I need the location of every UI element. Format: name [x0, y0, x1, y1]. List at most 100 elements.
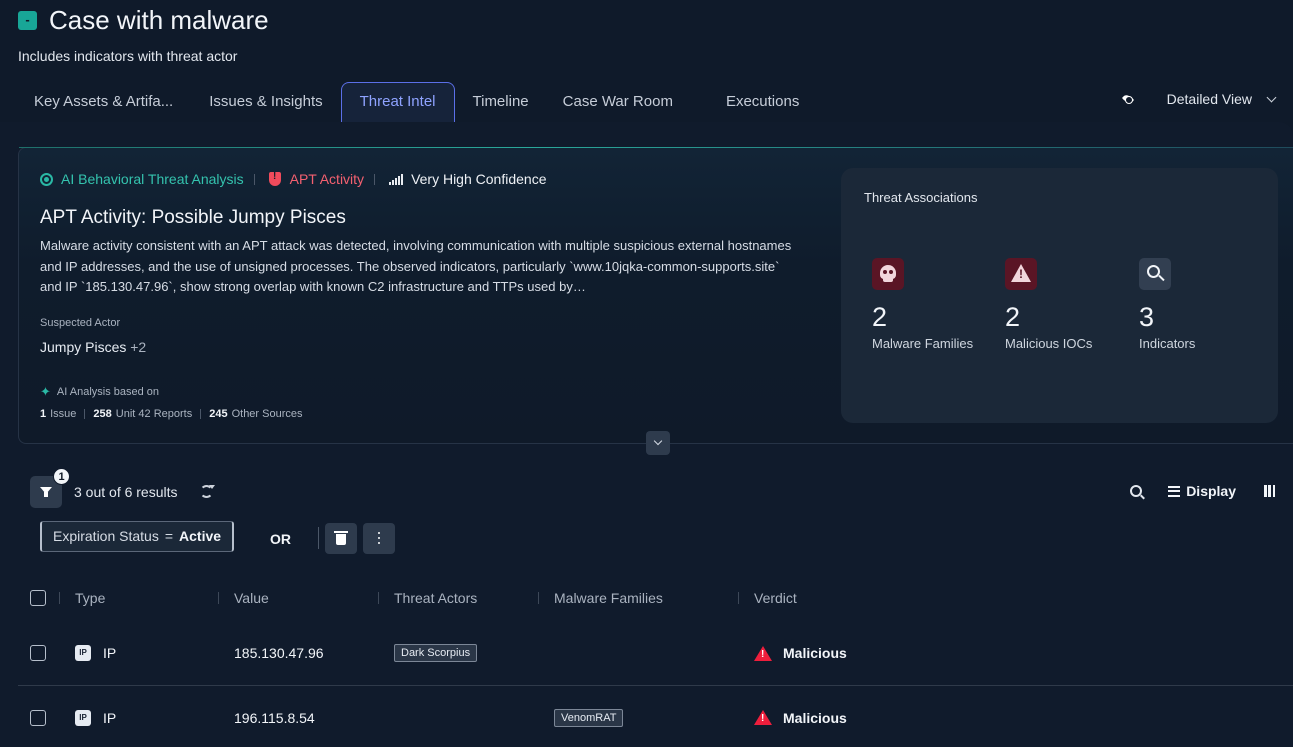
malicious-icon: [754, 710, 772, 725]
select-all-checkbox[interactable]: [30, 589, 46, 606]
search-icon[interactable]: [1130, 485, 1143, 497]
column-header-type[interactable]: Type: [75, 590, 105, 606]
cell-type: IP: [103, 645, 117, 661]
eye-icon[interactable]: [1121, 94, 1135, 104]
cell-verdict: Malicious: [783, 645, 847, 661]
stat-sources-label: Other Sources: [231, 408, 303, 420]
suspected-actor-label: Suspected Actor: [40, 317, 121, 329]
divider: [374, 173, 376, 185]
column-header-verdict[interactable]: Verdict: [754, 590, 797, 606]
tab-case-war-room[interactable]: Case War Room: [547, 82, 691, 122]
association-malware-families[interactable]: 2 Malware Families: [872, 258, 1002, 351]
list-icon[interactable]: [1168, 485, 1181, 497]
table-row[interactable]: IP IP 196.115.8.54 VenomRAT Malicious: [18, 685, 1293, 747]
cell-verdict: Malicious: [783, 709, 847, 726]
analysis-basis: ✦ AI Analysis based on: [40, 384, 159, 400]
filter-count-badge: 1: [53, 468, 70, 485]
table-row[interactable]: IP IP 185.130.47.96 Dark Scorpius Malicio…: [18, 621, 1293, 685]
divider: [84, 409, 86, 419]
results-count: 3 out of 6 results: [74, 484, 178, 500]
row-checkbox[interactable]: [30, 709, 46, 726]
association-count: 2: [872, 302, 888, 332]
signal-strength-icon: [389, 173, 404, 185]
apt-activity-label: APT Activity: [289, 171, 365, 187]
tab-executions[interactable]: Executions: [691, 82, 817, 122]
expand-card-button[interactable]: [646, 431, 670, 455]
stat-reports-count: 258: [93, 408, 112, 420]
view-controls: Detailed View: [1121, 91, 1277, 107]
cell-value[interactable]: 196.115.8.54: [234, 710, 315, 726]
analysis-basis-label: AI Analysis based on: [56, 386, 160, 398]
filter-value: Active: [179, 528, 222, 544]
confidence-label: Very High Confidence: [411, 171, 547, 187]
suspected-actor: Jumpy Pisces +2: [40, 339, 146, 355]
table-header: Type Value Threat Actors Malware Familie…: [18, 580, 1293, 616]
threat-actor-tag[interactable]: Dark Scorpius: [394, 644, 478, 662]
delete-filter-button[interactable]: [325, 523, 357, 554]
threat-description: Malware activity consistent with an APT …: [40, 238, 792, 294]
association-label: Malware Families: [872, 336, 974, 351]
view-selector[interactable]: Detailed View: [1167, 91, 1252, 107]
threat-associations-panel: Threat Associations 2 Malware Families !…: [841, 168, 1278, 423]
suspected-actor-name: Jumpy Pisces: [40, 339, 127, 355]
more-options-button[interactable]: [363, 523, 395, 554]
filter-field: Expiration Status: [53, 528, 159, 544]
skull-icon: [872, 258, 904, 290]
column-header-value[interactable]: Value: [234, 590, 269, 606]
stat-reports-label: Unit 42 Reports: [115, 408, 193, 420]
tab-bar: Key Assets & Artifa... Issues & Insights…: [16, 82, 817, 122]
page-title: Case with malware: [49, 5, 269, 35]
display-button[interactable]: Display: [1186, 483, 1236, 499]
shield-alert-icon: [268, 171, 281, 186]
tab-threat-intel[interactable]: Threat Intel: [340, 82, 455, 122]
divider: [318, 527, 319, 549]
association-label: Malicious IOCs: [1005, 336, 1093, 351]
tab-key-assets[interactable]: Key Assets & Artifa...: [16, 82, 191, 122]
malicious-icon: [754, 645, 772, 661]
filter-chip-expiration-status[interactable]: Expiration Status = Active: [40, 521, 235, 552]
filter-operator: =: [164, 528, 174, 544]
warning-icon: !: [1005, 258, 1037, 290]
malware-family-tag[interactable]: VenomRAT: [554, 708, 624, 727]
ai-analysis-icon: [40, 172, 53, 186]
cell-type: IP: [103, 709, 117, 726]
sparkle-icon: ✦: [40, 384, 51, 399]
cell-value[interactable]: 185.130.47.96: [234, 645, 324, 661]
column-header-malware-families[interactable]: Malware Families: [554, 590, 663, 606]
column-header-threat-actors[interactable]: Threat Actors: [394, 590, 477, 606]
stat-sources-count: 245: [209, 408, 228, 420]
tab-timeline[interactable]: Timeline: [455, 82, 547, 122]
association-count: 2: [1005, 302, 1021, 332]
ip-type-icon: IP: [75, 709, 91, 726]
collapse-button[interactable]: -: [18, 11, 37, 30]
threat-title: APT Activity: Possible Jumpy Pisces: [40, 207, 346, 228]
chevron-down-icon[interactable]: [1266, 92, 1277, 102]
stat-issue-count: 1: [40, 408, 47, 420]
threat-meta-row: AI Behavioral Threat Analysis APT Activi…: [40, 171, 546, 187]
divider: [200, 409, 202, 419]
association-indicators[interactable]: 3 Indicators: [1139, 258, 1269, 351]
threat-analysis-card: AI Behavioral Threat Analysis APT Activi…: [18, 147, 1293, 444]
row-checkbox[interactable]: [30, 645, 46, 661]
trash-icon: [334, 531, 348, 533]
association-malicious-iocs[interactable]: ! 2 Malicious IOCs: [1005, 258, 1135, 351]
threat-associations-title: Threat Associations: [864, 190, 978, 205]
table-tools: Display: [1130, 483, 1275, 499]
indicators-table: Type Value Threat Actors Malware Familie…: [18, 580, 1293, 747]
stat-issue-label: Issue: [50, 408, 77, 420]
refresh-icon[interactable]: [200, 485, 215, 498]
ai-analysis-label: AI Behavioral Threat Analysis: [61, 171, 244, 187]
search-icon: [1139, 258, 1171, 290]
divider: [253, 173, 255, 185]
analysis-stats: 1 Issue 258 Unit 42 Reports 245 Other So…: [40, 408, 303, 420]
ip-type-icon: IP: [75, 645, 91, 661]
page-header: - Case with malware Includes indicators …: [18, 5, 1293, 70]
association-label: Indicators: [1139, 336, 1196, 351]
columns-icon[interactable]: [1264, 485, 1275, 497]
association-count: 3: [1139, 302, 1155, 332]
page-subtitle: Includes indicators with threat actor: [18, 48, 238, 64]
suspected-actor-more[interactable]: +2: [130, 339, 146, 355]
tab-issues-insights[interactable]: Issues & Insights: [191, 82, 340, 122]
filter-or-label[interactable]: OR: [270, 531, 291, 547]
more-vertical-icon: [378, 532, 380, 534]
